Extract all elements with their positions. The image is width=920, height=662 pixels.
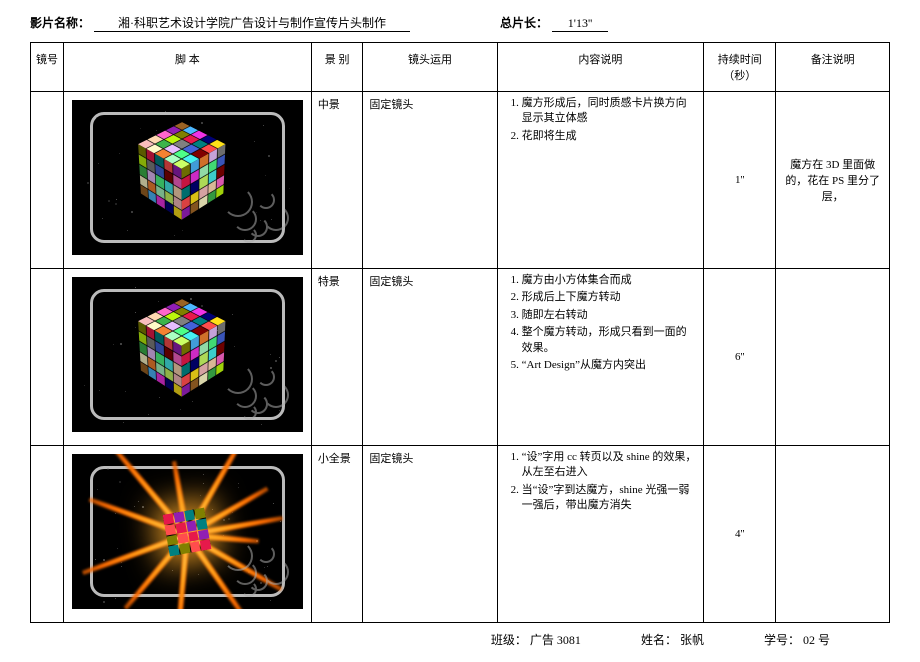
cell-note	[776, 269, 890, 446]
col-note: 备注说明	[776, 43, 890, 92]
desc-item: 整个魔方转动，形成只看到一面的效果。	[522, 325, 697, 356]
table-header-row: 镜号 脚 本 景 别 镜头运用 内容说明 持续时间（秒） 备注说明	[31, 43, 890, 92]
desc-item: “设”字用 cc 转页以及 shine 的效果，从左至右进入	[522, 450, 697, 481]
table-row: 中景固定镜头魔方形成后，同时质感卡片换方向显示其立体感花即将生成1''魔方在 3…	[31, 92, 890, 269]
col-lens: 镜头运用	[363, 43, 497, 92]
desc-item: 魔方由小方体集合而成	[522, 273, 697, 288]
desc-item: 花即将生成	[522, 129, 697, 144]
cell-script	[64, 446, 312, 623]
class-value: 广告 3081	[530, 633, 581, 647]
desc-item: 当“设”字到达魔方，shine 光强一弱一强后，带出魔方消失	[522, 483, 697, 514]
desc-item: 魔方形成后，同时质感卡片换方向显示其立体感	[522, 96, 697, 127]
desc-item: “Art Design”从魔方内突出	[522, 358, 697, 373]
id-label: 学号：	[764, 633, 800, 647]
table-row: 特景固定镜头魔方由小方体集合而成形成后上下魔方转动随即左右转动整个魔方转动，形成…	[31, 269, 890, 446]
storyboard-thumbnail	[72, 277, 303, 432]
cell-shot	[31, 92, 64, 269]
cell-scene: 特景	[311, 269, 363, 446]
cell-script	[64, 269, 312, 446]
film-name-value: 湘·科职艺术设计学院广告设计与制作宣传片头制作	[94, 14, 410, 32]
name-value: 张帆	[680, 633, 704, 647]
storyboard-thumbnail	[72, 454, 303, 609]
cell-note	[776, 446, 890, 623]
cell-lens: 固定镜头	[363, 269, 497, 446]
cell-desc: “设”字用 cc 转页以及 shine 的效果，从左至右进入当“设”字到达魔方，…	[497, 446, 703, 623]
col-dur: 持续时间（秒）	[704, 43, 776, 92]
cell-shot	[31, 446, 64, 623]
film-name-label: 影片名称：	[30, 14, 90, 31]
id-value: 02 号	[803, 633, 830, 647]
document-header: 影片名称： 湘·科职艺术设计学院广告设计与制作宣传片头制作 总片长： 1'13'…	[30, 14, 890, 32]
cell-shot	[31, 269, 64, 446]
cell-duration: 6''	[704, 269, 776, 446]
name-label: 姓名：	[641, 633, 677, 647]
class-label: 班级：	[491, 633, 527, 647]
cell-lens: 固定镜头	[363, 92, 497, 269]
cell-desc: 魔方形成后，同时质感卡片换方向显示其立体感花即将生成	[497, 92, 703, 269]
cell-note: 魔方在 3D 里面做的，花在 PS 里分了层，	[776, 92, 890, 269]
desc-item: 随即左右转动	[522, 308, 697, 323]
total-duration-value: 1'13''	[552, 16, 608, 32]
col-scene: 景 别	[311, 43, 363, 92]
col-desc: 内容说明	[497, 43, 703, 92]
cell-desc: 魔方由小方体集合而成形成后上下魔方转动随即左右转动整个魔方转动，形成只看到一面的…	[497, 269, 703, 446]
cell-duration: 4''	[704, 446, 776, 623]
cell-script	[64, 92, 312, 269]
cell-duration: 1''	[704, 92, 776, 269]
table-row: 小全景固定镜头“设”字用 cc 转页以及 shine 的效果，从左至右进入当“设…	[31, 446, 890, 623]
storyboard-table: 镜号 脚 本 景 别 镜头运用 内容说明 持续时间（秒） 备注说明 中景固定镜头…	[30, 42, 890, 623]
col-script: 脚 本	[64, 43, 312, 92]
document-footer: 班级： 广告 3081 姓名： 张帆 学号： 02 号	[30, 631, 890, 648]
cell-scene: 中景	[311, 92, 363, 269]
cell-scene: 小全景	[311, 446, 363, 623]
cell-lens: 固定镜头	[363, 446, 497, 623]
storyboard-thumbnail	[72, 100, 303, 255]
total-duration-label: 总片长：	[500, 14, 548, 31]
col-shot: 镜号	[31, 43, 64, 92]
desc-item: 形成后上下魔方转动	[522, 290, 697, 305]
